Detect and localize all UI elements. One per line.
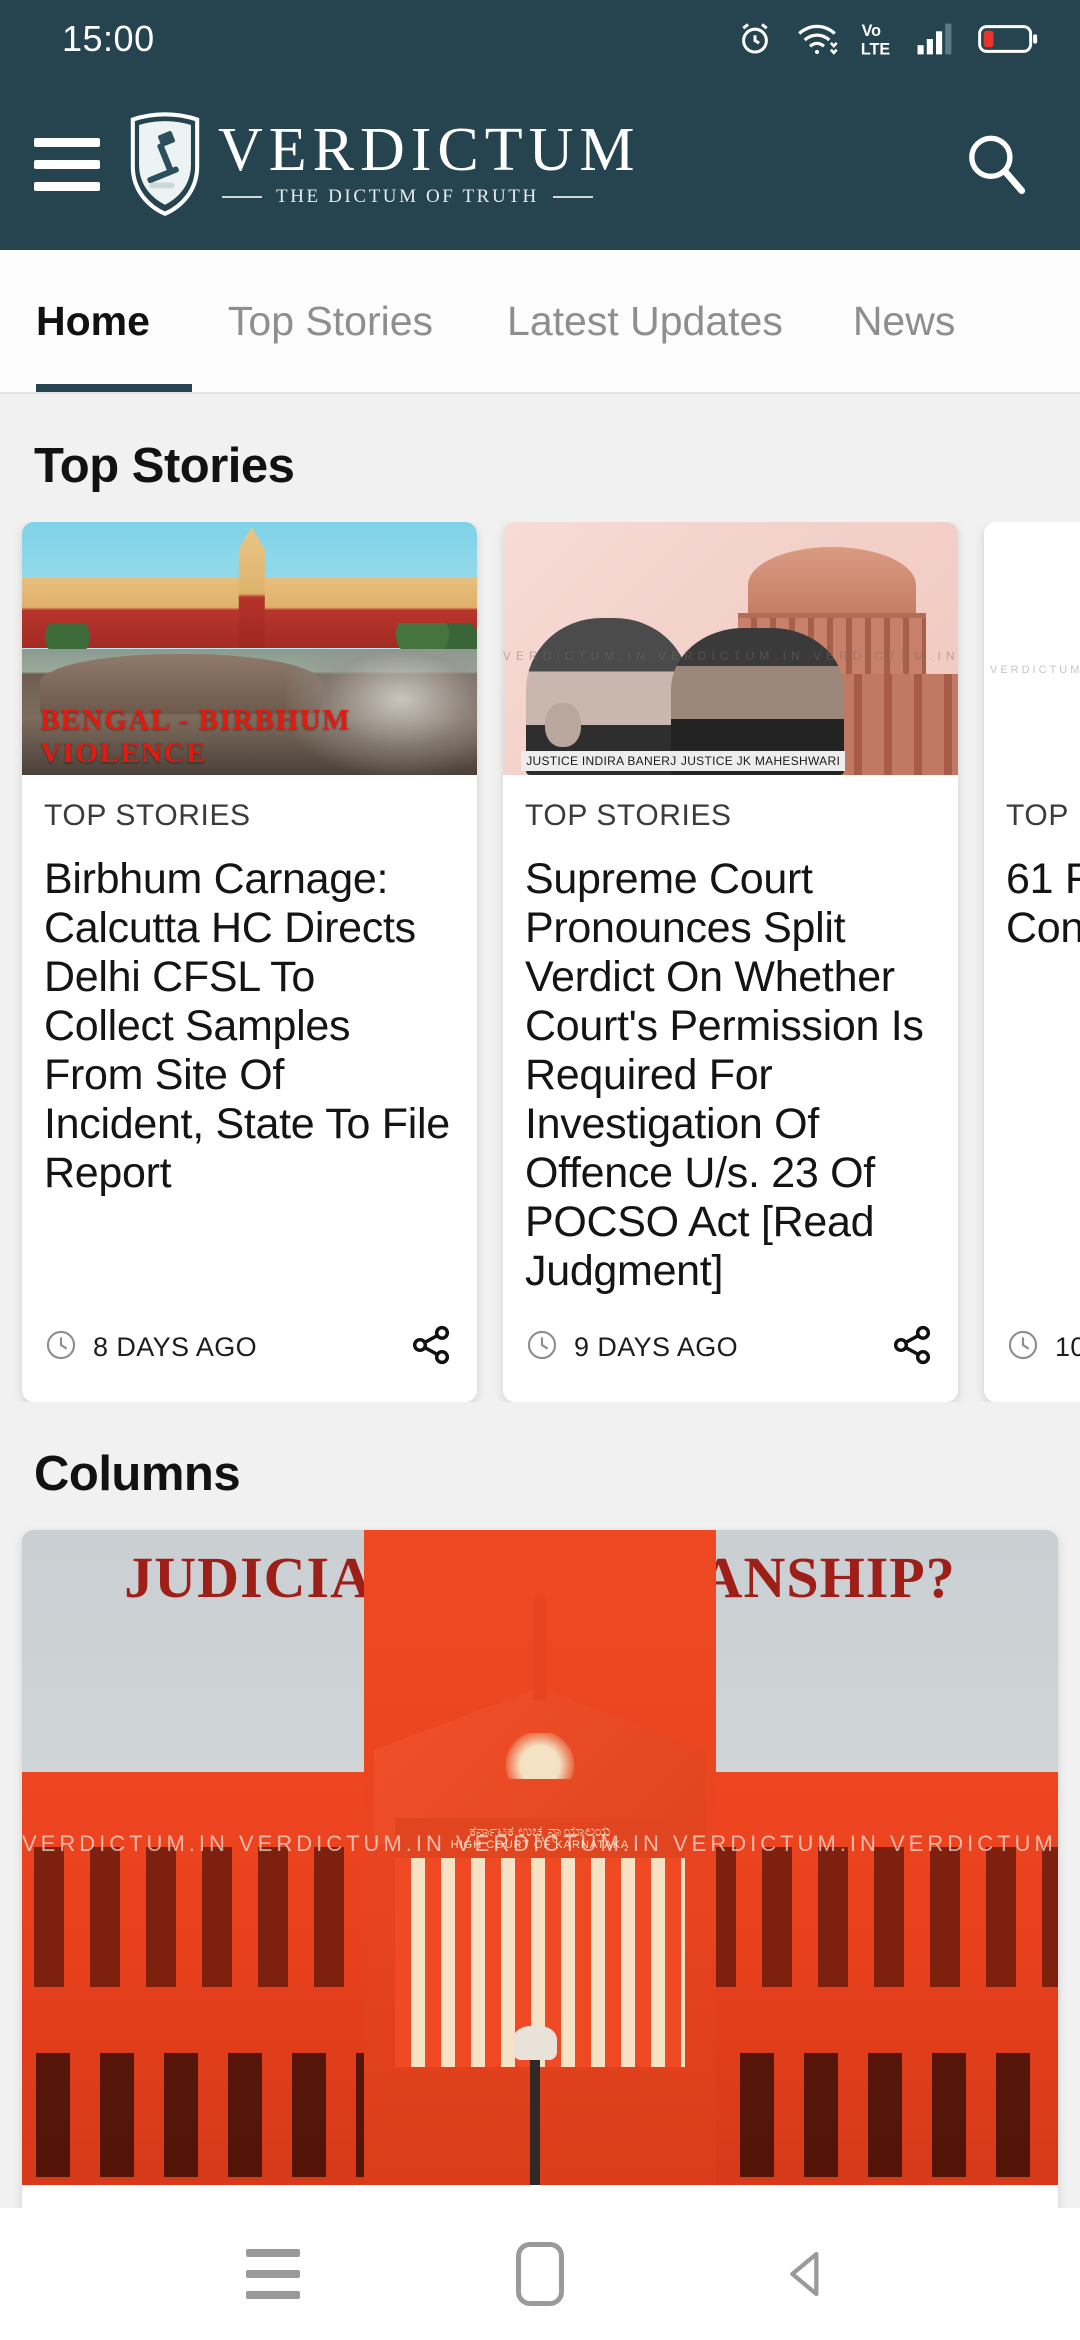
brand-tagline: THE DICTUM OF TRUTH	[276, 186, 539, 208]
timestamp-label: 8 DAYS AGO	[93, 1332, 258, 1362]
supreme-court-justices-artwork: VERDICTUM.IN VERDICTUM.IN VERDICTUM.IN V…	[503, 522, 958, 775]
card-image: R THE SUP AP COM FAI VERDICTUM.IN VERDIC…	[984, 522, 1080, 775]
battery-low-icon	[978, 22, 1040, 56]
poster-subtext: MA	[984, 709, 1080, 735]
tab-news[interactable]: News	[853, 250, 956, 392]
image-watermark: VERDICTUM.IN VERDICTUM.IN VERDICTUM.IN V…	[503, 648, 958, 663]
status-bar-icons: Vo LTE	[736, 19, 1040, 59]
card-kicker: TOP STORIES	[44, 799, 251, 832]
home-icon[interactable]	[485, 2219, 595, 2329]
image-caption: BENGAL - BIRBHUM VIOLENCE	[40, 704, 352, 769]
card-headline: Birbhum Carnage: Calcutta HC Directs Del…	[44, 855, 450, 1198]
columns-card-image: JUDICIAL STATESMANSHIP? ಕರ್ನಾಟಕ ಉಚ್ಚ ನ್ಯ…	[22, 1530, 1058, 2185]
card-body: TOP 61 Far Sup Law SC Con Rep	[984, 775, 1080, 1323]
tab-top-stories[interactable]: Top Stories	[228, 250, 433, 392]
timestamp-label: 9 DAYS AGO	[574, 1332, 739, 1362]
share-icon[interactable]	[409, 1323, 453, 1372]
brand-logo[interactable]: VERDICTUM THE DICTUM OF TRUTH	[126, 111, 948, 217]
hamburger-menu-icon[interactable]	[30, 132, 104, 197]
wifi-icon	[796, 20, 838, 58]
tagline-rule-right	[552, 196, 593, 199]
brand-text: VERDICTUM THE DICTUM OF TRUTH	[218, 115, 641, 209]
section-title-top-stories: Top Stories	[34, 439, 295, 493]
brand-name: VERDICTUM	[218, 115, 641, 184]
alarm-icon	[736, 20, 774, 58]
top-stories-carousel[interactable]: BENGAL - BIRBHUM VIOLENCE TOP STORIES Bi…	[0, 522, 1080, 1402]
signal-icon	[916, 21, 956, 57]
card-headline: Supreme Court Pronounces Split Verdict O…	[525, 855, 924, 1296]
status-bar-clock: 15:00	[62, 18, 155, 59]
timestamp-label: 10	[1055, 1332, 1080, 1362]
svg-text:LTE: LTE	[861, 40, 891, 58]
android-nav-bar	[0, 2208, 1080, 2340]
card-footer: 10	[984, 1323, 1080, 1402]
poster-line: THE SUP	[992, 586, 1080, 618]
card-kicker: TOP	[1006, 799, 1069, 832]
section-title-columns: Columns	[34, 1447, 241, 1501]
card-body: TOP STORIES Birbhum Carnage: Calcutta HC…	[22, 775, 477, 1323]
card-kicker: TOP STORIES	[525, 799, 732, 832]
card-image: VERDICTUM.IN VERDICTUM.IN VERDICTUM.IN V…	[503, 522, 958, 775]
top-story-card[interactable]: VERDICTUM.IN VERDICTUM.IN VERDICTUM.IN V…	[503, 522, 958, 1402]
card-timestamp: 9 DAYS AGO	[525, 1328, 738, 1367]
top-story-card[interactable]: BENGAL - BIRBHUM VIOLENCE TOP STORIES Bi…	[22, 522, 477, 1402]
card-footer: 8 DAYS AGO	[22, 1323, 477, 1402]
justice-name-right: JUSTICE JK MAHESHWARI	[675, 751, 846, 771]
card-timestamp: 10	[1006, 1328, 1080, 1367]
app-bar: VERDICTUM THE DICTUM OF TRUTH	[0, 78, 1080, 250]
clock-icon	[1006, 1328, 1040, 1367]
card-headline: 61 Far Sup Law SC Con Rep	[1006, 855, 1080, 953]
clock-icon	[525, 1328, 559, 1367]
columns-card[interactable]: JUDICIAL STATESMANSHIP? ಕರ್ನಾಟಕ ಉಚ್ಚ ನ್ಯ…	[22, 1530, 1058, 2245]
shield-gavel-logo-icon	[126, 111, 204, 217]
poster-artwork: R THE SUP AP COM FAI VERDICTUM.IN VERDIC…	[984, 522, 1080, 775]
image-watermark: VERDICTUM.IN VERDICTUM.IN VERDICTUM.IN V…	[990, 663, 1080, 676]
clock-icon	[44, 1328, 78, 1367]
volte-icon: Vo LTE	[860, 19, 894, 59]
poster-line: FAI	[992, 674, 1080, 706]
calcutta-hc-artwork: BENGAL - BIRBHUM VIOLENCE	[22, 522, 477, 775]
tab-latest-updates[interactable]: Latest Updates	[507, 250, 783, 392]
justice-name-left: JUSTICE INDIRA BANERJEE	[521, 751, 699, 771]
back-icon[interactable]	[752, 2219, 862, 2329]
top-story-card[interactable]: R THE SUP AP COM FAI VERDICTUM.IN VERDIC…	[984, 522, 1080, 1402]
card-image: BENGAL - BIRBHUM VIOLENCE	[22, 522, 477, 775]
svg-text:Vo: Vo	[862, 22, 882, 40]
main-content: Top Stories BENGAL - BIRBHUM VIOLENCE TO…	[0, 394, 1080, 2245]
status-bar: 15:00 Vo LTE	[0, 0, 1080, 78]
poster-line: AP	[992, 618, 1080, 646]
brand-tagline-row: THE DICTUM OF TRUTH	[218, 186, 641, 208]
card-body: TOP STORIES Supreme Court Pronounces Spl…	[503, 775, 958, 1323]
search-icon[interactable]	[948, 116, 1044, 212]
tagline-rule-left	[222, 196, 262, 199]
poster-line: R	[992, 557, 1080, 585]
card-footer: 9 DAYS AGO	[503, 1323, 958, 1402]
tab-home[interactable]: Home	[36, 250, 150, 392]
image-watermark: VERDICTUM.IN VERDICTUM.IN VERDICTUM.IN V…	[22, 1831, 1058, 1857]
share-icon[interactable]	[890, 1323, 934, 1372]
card-timestamp: 8 DAYS AGO	[44, 1328, 257, 1367]
poster-text-block: R THE SUP AP COM FAI	[992, 557, 1080, 705]
recents-icon[interactable]	[218, 2219, 328, 2329]
tab-bar: Home Top Stories Latest Updates News	[0, 250, 1080, 394]
